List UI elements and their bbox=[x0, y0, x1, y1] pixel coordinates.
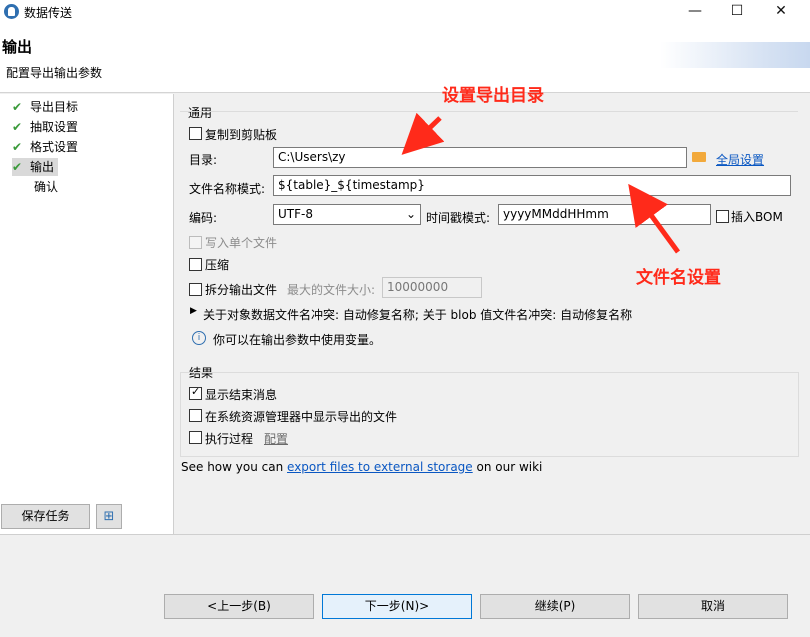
cancel-button[interactable]: 取消 bbox=[638, 594, 788, 619]
prev-button[interactable]: <上一步(B) bbox=[164, 594, 314, 619]
footer-divider bbox=[0, 534, 810, 535]
arrow-to-filename bbox=[628, 183, 681, 254]
next-button[interactable]: 下一步(N)> bbox=[322, 594, 472, 619]
annotation-arrows bbox=[401, 112, 681, 254]
continue-button[interactable]: 继续(P) bbox=[480, 594, 630, 619]
arrow-to-directory bbox=[401, 112, 445, 155]
